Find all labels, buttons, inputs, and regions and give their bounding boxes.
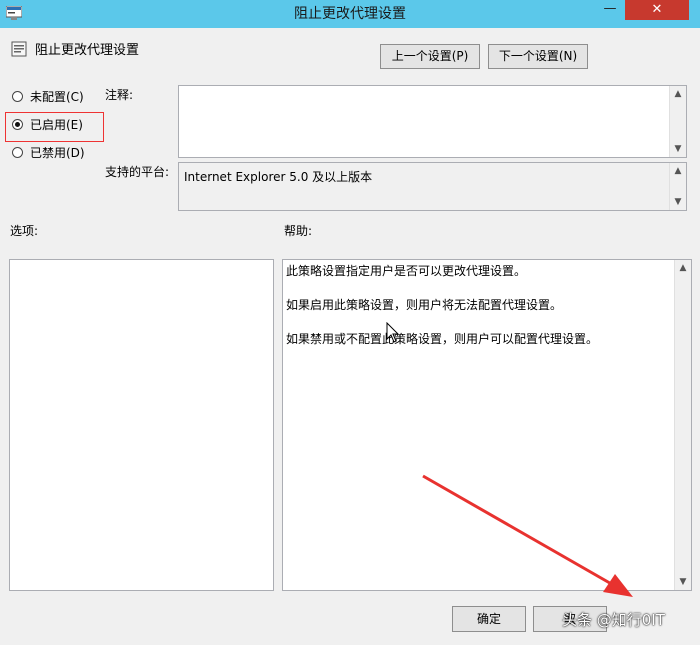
comment-scrollbar[interactable]: ▲ ▼ [669, 86, 686, 157]
options-label: 选项: [10, 224, 39, 238]
radio-label: 未配置(C) [30, 90, 84, 104]
radio-circle [12, 147, 23, 158]
annotation-arrow-icon [422, 474, 633, 597]
radio-selected-dot [15, 122, 20, 127]
help-label: 帮助: [284, 224, 313, 238]
scroll-up-icon[interactable]: ▲ [670, 86, 686, 102]
radio-disabled[interactable]: 已禁用(D) [12, 144, 102, 162]
radio-circle [12, 91, 23, 102]
help-scrollbar[interactable]: ▲ ▼ [674, 260, 691, 590]
scroll-up-icon[interactable]: ▲ [675, 260, 691, 276]
minimize-button[interactable]: — [598, 0, 622, 20]
radio-not-configured[interactable]: 未配置(C) [12, 88, 102, 106]
radio-enabled[interactable]: 已启用(E) [12, 116, 102, 134]
mouse-cursor-icon [386, 322, 400, 343]
help-text-line: 如果启用此策略设置，则用户将无法配置代理设置。 [286, 298, 563, 312]
scroll-up-icon[interactable]: ▲ [670, 163, 686, 179]
options-panel [9, 259, 274, 591]
help-text-line: 此策略设置指定用户是否可以更改代理设置。 [286, 264, 527, 278]
window-title: 阻止更改代理设置 [294, 6, 406, 22]
comment-textarea[interactable] [178, 85, 687, 158]
radio-label: 已启用(E) [30, 118, 83, 132]
radio-label: 已禁用(D) [30, 146, 85, 160]
comment-label: 注释: [105, 88, 134, 102]
radio-circle [12, 119, 23, 130]
platform-label: 支持的平台: [105, 165, 170, 179]
scroll-down-icon[interactable]: ▼ [670, 141, 686, 157]
next-setting-button[interactable]: 下一个设置(N) [488, 44, 588, 69]
scroll-down-icon[interactable]: ▼ [675, 574, 691, 590]
help-text-line: 如果禁用或不配置此策略设置，则用户可以配置代理设置。 [286, 332, 599, 346]
policy-icon [11, 41, 27, 57]
close-button[interactable]: ✕ [625, 0, 689, 20]
platform-scrollbar[interactable]: ▲ ▼ [669, 163, 686, 210]
policy-name: 阻止更改代理设置 [35, 43, 140, 58]
previous-setting-button[interactable]: 上一个设置(P) [380, 44, 480, 69]
watermark: 头条 @知行0IT [562, 611, 665, 629]
scroll-down-icon[interactable]: ▼ [670, 194, 686, 210]
platform-value: Internet Explorer 5.0 及以上版本 [184, 170, 373, 184]
